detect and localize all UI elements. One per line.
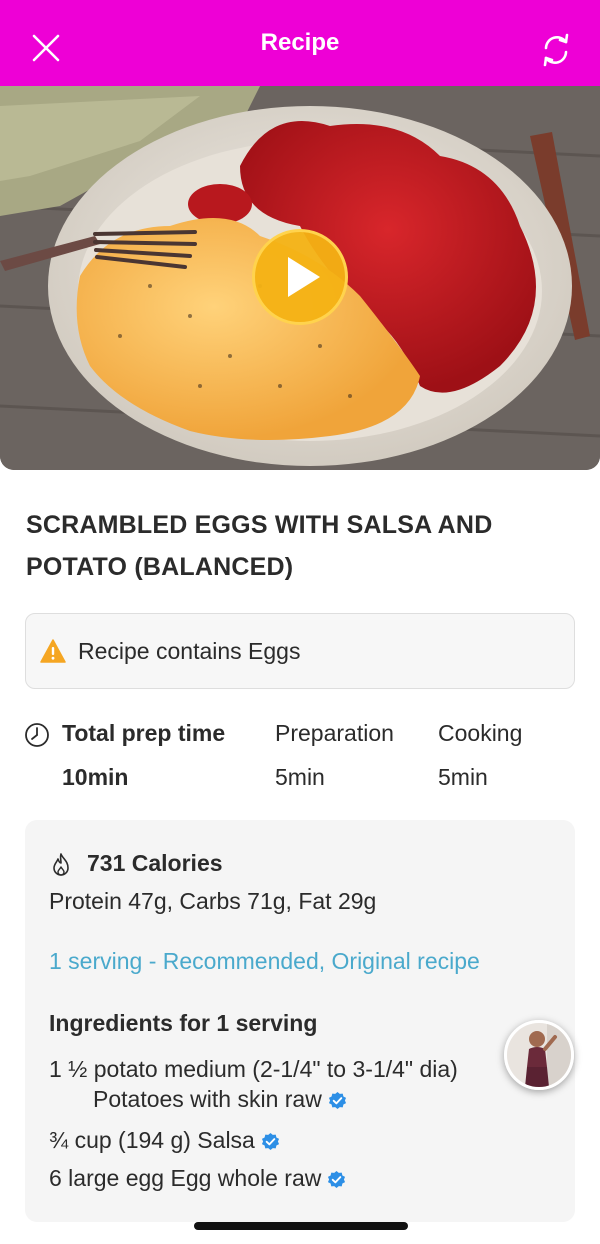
play-video-button[interactable] [252,229,348,325]
total-prep-value: 10min [62,764,129,790]
ingredient-item: 1 ½ potato medium (2-1/4" to 3-1/4" dia)… [49,1054,458,1114]
coach-avatar-image [507,1023,571,1087]
allergen-notice: Recipe contains Eggs [25,613,575,689]
serving-selector-link[interactable]: 1 serving - Recommended, Original recipe [49,948,480,975]
nutrition-card: 731 Calories Protein 47g, Carbs 71g, Fat… [25,820,575,1222]
top-bar: Recipe [0,0,600,86]
page-title: Recipe [260,29,340,56]
ingredient-name: Potatoes with skin raw [93,1086,322,1112]
allergen-text: Recipe contains Eggs [78,637,301,664]
preparation-value: 5min [275,764,325,790]
ingredients-heading: Ingredients for 1 serving [49,1010,318,1036]
cooking-value: 5min [438,764,488,790]
ingredient-quantity: 1 ½ potato medium (2-1/4" to 3-1/4" dia) [49,1056,458,1082]
verified-badge-icon [328,1170,346,1189]
total-prep-label: Total prep time [62,720,226,746]
coach-avatar[interactable] [504,1020,574,1090]
ingredient-name: 6 large egg Egg whole raw [49,1165,322,1191]
ingredient-name: ¾ cup (194 g) Salsa [49,1127,255,1153]
verified-badge-icon [328,1091,346,1110]
home-indicator [194,1222,408,1230]
calories: 731 Calories [87,850,223,876]
warning-icon [40,639,66,663]
ingredient-item: ¾ cup (194 g) Salsa [49,1125,280,1155]
preparation-label: Preparation [275,720,394,746]
prep-times: Total prep time 10min Preparation 5min C… [22,716,582,796]
clock-icon [25,723,49,747]
flame-icon [53,853,69,876]
recipe-title: SCRAMBLED EGGS WITH SALSA AND POTATO (BA… [26,511,493,581]
verified-badge-icon [261,1132,279,1151]
ingredient-item: 6 large egg Egg whole raw [49,1163,346,1193]
macros: Protein 47g, Carbs 71g, Fat 29g [49,888,377,914]
ingredient-name-row: Potatoes with skin raw [49,1084,458,1114]
close-icon[interactable] [26,28,66,68]
cooking-label: Cooking [438,720,523,746]
swap-recipe-icon[interactable] [536,30,576,70]
play-icon [288,257,320,297]
